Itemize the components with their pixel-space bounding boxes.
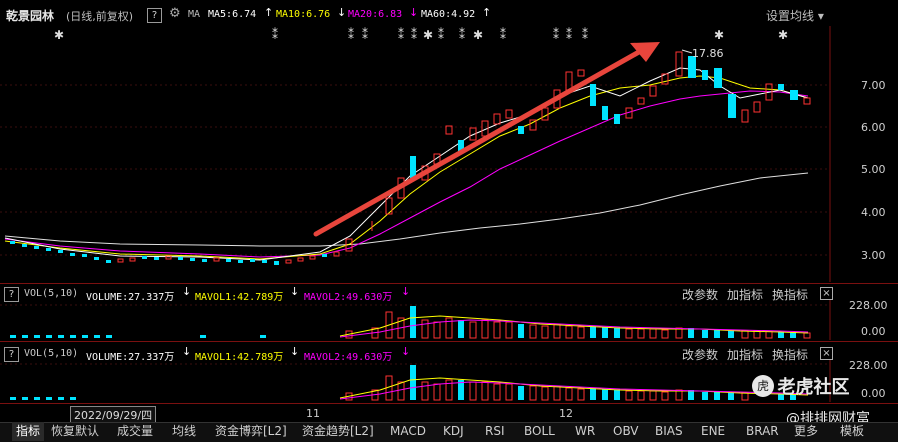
tab-bias[interactable]: BIAS [655, 422, 683, 441]
svg-text:⁑: ⁑ [459, 27, 465, 42]
svg-text:⁑: ⁑ [438, 27, 444, 42]
period-mode: (日线,前复权) [66, 10, 134, 23]
svg-text:⁑: ⁑ [398, 27, 404, 42]
price-tick-500: 5.00 [861, 163, 886, 176]
tab-fund-game[interactable]: 资金博弈[L2] [215, 422, 287, 441]
tab-kdj[interactable]: KDJ [443, 422, 464, 441]
peak-price-label: 17.86 [692, 47, 724, 60]
ma5-up-arrow-icon: ↑ [264, 6, 274, 19]
ma60-up-arrow-icon: ↑ [482, 6, 492, 19]
signal-markers: ✱ ⁑ ⁑ ⁑ ⁑ ⁑ ✱ ⁑ ⁑ ✱ ⁑ ⁑ ⁑ ⁑ ✱ ✱ [54, 27, 788, 42]
vol1-axis-max: 228.00 [849, 300, 888, 312]
ma10-down-arrow-icon: ↓ [337, 6, 347, 19]
price-tick-400: 4.00 [861, 206, 886, 219]
tab-wr[interactable]: WR [575, 422, 595, 441]
month-label-11: 11 [306, 407, 320, 420]
stock-name[interactable]: 乾景园林 [6, 7, 54, 24]
svg-text:⁑: ⁑ [348, 27, 354, 42]
vol2-axis-max: 228.00 [849, 360, 888, 372]
panel-divider [0, 283, 898, 284]
watermark-brand: 虎 老虎社区 [752, 373, 850, 399]
candlesticks [10, 51, 811, 265]
tab-obv[interactable]: OBV [613, 422, 639, 441]
tab-restore-default[interactable]: 恢复默认 [51, 422, 99, 441]
svg-text:⁑: ⁑ [272, 27, 278, 42]
vol-panel-1-header: ? VOL(5,10) VOLUME:27.337万 ↓ MAVOL1:42.7… [0, 285, 898, 303]
svg-text:✱: ✱ [778, 28, 788, 42]
vol1-label: VOL(5,10) [24, 288, 79, 299]
tab-macd[interactable]: MACD [390, 422, 426, 441]
vol2-mavol1-down-icon: ↓ [290, 345, 300, 358]
vol-panel-2-header: ? VOL(5,10) VOLUME:27.337万 ↓ MAVOL1:42.7… [0, 345, 898, 363]
vol1-close-icon[interactable]: × [820, 287, 833, 300]
svg-text:⁑: ⁑ [411, 27, 417, 42]
price-tick-600: 6.00 [861, 121, 886, 134]
ma5-value: MA5:6.74 [208, 9, 257, 20]
vol2-volume-down-icon: ↓ [182, 345, 192, 358]
tab-boll[interactable]: BOLL [524, 422, 555, 441]
vol1-mavol2-down-icon: ↓ [401, 285, 411, 298]
ma20-value: MA20:6.83 [348, 9, 403, 20]
vol1-mavol1-down-icon: ↓ [290, 285, 300, 298]
vol2-axis-zero: 0.00 [861, 387, 886, 400]
month-label-12: 12 [559, 407, 573, 420]
time-axis: 2022/09/29/四 11 12 [0, 403, 898, 424]
help-icon[interactable]: ? [147, 8, 162, 23]
tab-brar[interactable]: BRAR [746, 422, 779, 441]
tiger-logo-icon: 虎 [752, 375, 774, 397]
svg-text:✱: ✱ [473, 28, 483, 42]
svg-text:✱: ✱ [714, 28, 724, 42]
ma-settings-button[interactable]: 设置均线 ▾ [766, 7, 824, 24]
panel-divider-2 [0, 341, 898, 342]
svg-text:⁑: ⁑ [566, 27, 572, 42]
tab-indicators[interactable]: 指标 [12, 422, 45, 441]
svg-text:⁑: ⁑ [362, 27, 368, 42]
vol2-mavol2-down-icon: ↓ [401, 345, 411, 358]
svg-text:✱: ✱ [423, 28, 433, 42]
tab-more[interactable]: 更多 [794, 422, 818, 441]
vol2-label: VOL(5,10) [24, 348, 79, 359]
ma10-value: MA10:6.76 [276, 9, 331, 20]
brand-name: 老虎社区 [777, 377, 850, 398]
ma60-value: MA60:4.92 [421, 9, 476, 20]
svg-text:⁑: ⁑ [500, 27, 506, 42]
tab-fund-trend[interactable]: 资金趋势[L2] [302, 422, 374, 441]
svg-text:⁑: ⁑ [582, 27, 588, 42]
price-tick-700: 7.00 [861, 79, 886, 92]
chart-header: 乾景园林 (日线,前复权) ? ⚙ MA MA5:6.74 ↑ MA10:6.7… [0, 0, 898, 26]
ma20-down-arrow-icon: ↓ [409, 6, 419, 19]
tab-ma[interactable]: 均线 [172, 422, 196, 441]
price-tick-300: 3.00 [861, 249, 886, 262]
price-chart[interactable]: ✱ ⁑ ⁑ ⁑ ⁑ ⁑ ✱ ⁑ ⁑ ✱ ⁑ ⁑ ⁑ ⁑ ✱ ✱ 17.86 7.… [0, 26, 898, 282]
tab-rsi[interactable]: RSI [485, 422, 505, 441]
vol1-volume-down-icon: ↓ [182, 285, 192, 298]
svg-text:⁑: ⁑ [553, 27, 559, 42]
tab-volume[interactable]: 成交量 [117, 422, 153, 441]
vol-chart-1[interactable]: 228.00 0.00 [0, 300, 898, 340]
tab-ene[interactable]: ENE [701, 422, 725, 441]
svg-text:✱: ✱ [54, 28, 64, 42]
ma-label: MA [188, 9, 201, 20]
gear-icon[interactable]: ⚙ [169, 6, 181, 21]
vol2-close-icon[interactable]: × [820, 347, 833, 360]
vol1-axis-zero: 0.00 [861, 325, 886, 338]
trend-arrow-annotation [313, 42, 660, 237]
template-button[interactable]: 模板 [840, 422, 864, 441]
